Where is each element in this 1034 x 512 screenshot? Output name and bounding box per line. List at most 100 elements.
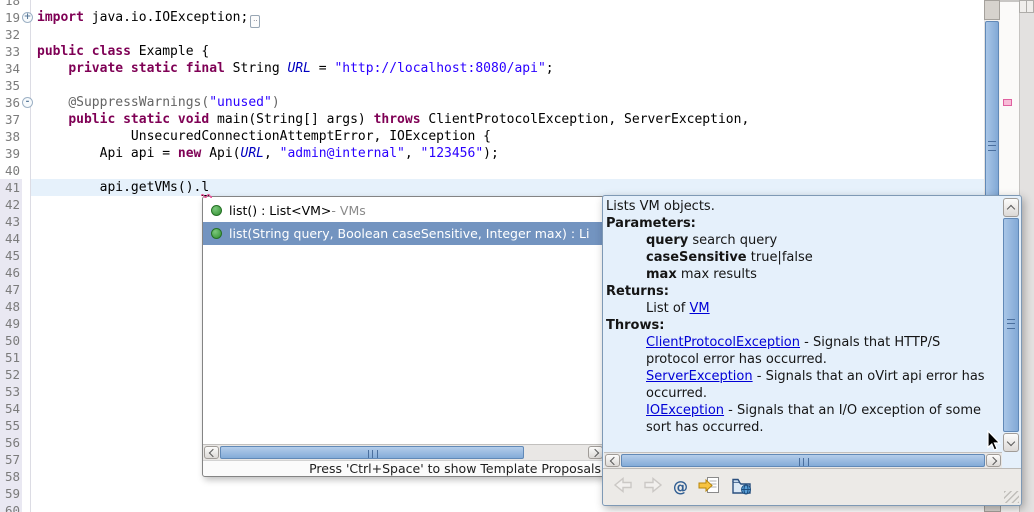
line-number: 56 [0, 434, 22, 451]
line-number: 57 [0, 451, 22, 468]
javadoc-entry: query search query [606, 232, 994, 249]
javadoc-summary: Lists VM objects. [606, 198, 996, 215]
public-method-icon [211, 228, 222, 239]
javadoc-link[interactable]: ServerException [646, 369, 753, 384]
line-number: 33 [0, 43, 22, 60]
param-name: max [646, 267, 677, 282]
javadoc-scrollbar-thumb[interactable] [1003, 218, 1019, 432]
code-line: 36- @SuppressWarnings("unused") [0, 94, 1034, 111]
line-number: 53 [0, 383, 22, 400]
code-line: 40 [0, 162, 1034, 179]
javadoc-section-title: Throws: [606, 317, 996, 334]
fold-expanded-icon[interactable]: - [22, 97, 33, 108]
code-text: public static void main(String[] args) t… [37, 111, 749, 128]
resize-grip[interactable] [1004, 491, 1019, 503]
assist-status-text: Press 'Ctrl+Space' to show Template Prop… [309, 461, 601, 476]
line-number: 42 [0, 196, 22, 213]
entry-text: max results [677, 267, 757, 282]
line-number: 43 [0, 213, 22, 230]
overview-ruler-header [1019, 0, 1034, 13]
mailto-link-button[interactable]: @ [673, 478, 688, 496]
proposal-list[interactable]: list() : List<VM> - VMs list(String query… [203, 199, 604, 444]
chevron-left-icon [208, 448, 216, 456]
entry-text: search query [688, 233, 777, 248]
javadoc-link[interactable]: VM [690, 301, 710, 316]
javadoc-entry: caseSensitive true|false [606, 249, 994, 266]
code-line: 18 [0, 0, 1034, 9]
javadoc-hscrollbar-thumb[interactable] [621, 454, 985, 467]
assist-scrollbar-thumb[interactable] [220, 446, 524, 459]
line-number: 34 [0, 60, 22, 77]
chevron-right-icon [590, 448, 598, 456]
line-number: 19 [0, 9, 22, 26]
chevron-up-icon [1007, 204, 1015, 212]
javadoc-scroll-up-button[interactable] [1003, 198, 1019, 217]
javadoc-content: Lists VM objects.Parameters:query search… [606, 198, 996, 450]
javadoc-link[interactable]: ClientProtocolException [646, 335, 800, 350]
error-squiggle [201, 192, 212, 198]
proposal-item[interactable]: list() : List<VM> - VMs [203, 199, 604, 222]
thumb-grip [799, 458, 809, 466]
line-number: 49 [0, 315, 22, 332]
chevron-down-icon [1007, 437, 1015, 445]
line-number: 59 [0, 485, 22, 502]
proposal-note: - VMs [331, 203, 365, 218]
scroll-left-button[interactable] [605, 454, 620, 467]
line-number: 60 [0, 502, 22, 512]
line-number: 44 [0, 230, 22, 247]
param-name: query [646, 233, 688, 248]
thumb-grip [1007, 319, 1015, 329]
line-number: 52 [0, 366, 22, 383]
code-text: api.getVMs().l [37, 179, 209, 196]
scroll-right-button[interactable] [588, 446, 603, 459]
scroll-left-button[interactable] [204, 446, 219, 459]
chevron-right-icon [988, 456, 996, 464]
assist-status-bar: Press 'Ctrl+Space' to show Template Prop… [203, 460, 604, 476]
scrollbar-top-button[interactable] [984, 0, 1000, 20]
back-button[interactable] [613, 476, 633, 498]
forward-icon [643, 476, 663, 494]
code-line: 35 [0, 77, 1034, 94]
code-text: public class Example { [37, 43, 209, 60]
fold-collapsed-icon[interactable]: + [22, 12, 33, 23]
javadoc-entry: max max results [606, 266, 994, 283]
code-line: 33 public class Example { [0, 43, 1034, 60]
proposal-item[interactable]: list(String query, Boolean caseSensitive… [203, 222, 604, 245]
code-line: 38 UnsecuredConnectionAttemptError, IOEx… [0, 128, 1034, 145]
code-line: 34 private static final String URL = "ht… [0, 60, 1034, 77]
error-annotation-marker[interactable] [1003, 99, 1012, 106]
line-number: 50 [0, 332, 22, 349]
thumb-grip [368, 450, 378, 458]
line-number: 47 [0, 281, 22, 298]
line-number: 37 [0, 111, 22, 128]
line-number: 32 [0, 26, 22, 43]
back-icon [613, 476, 633, 494]
entry-prefix: List of [646, 301, 690, 316]
line-number: 40 [0, 162, 22, 179]
line-number: 39 [0, 145, 22, 162]
javadoc-entry: IOException - Signals that an I/O except… [606, 402, 994, 436]
line-number: 18 [0, 0, 22, 9]
code-text: @SuppressWarnings("unused") [37, 94, 280, 111]
proposal-label: list(String query, Boolean caseSensitive… [229, 226, 589, 241]
scroll-right-button[interactable] [986, 454, 1001, 467]
open-attached-javadoc-button[interactable] [698, 476, 721, 499]
mouse-cursor [987, 430, 1003, 453]
javadoc-scroll-down-button[interactable] [1003, 433, 1019, 452]
code-line: 37 public static void main(String[] args… [0, 111, 1034, 128]
line-number: 58 [0, 468, 22, 485]
javadoc-link[interactable]: IOException [646, 403, 724, 418]
javadoc-horizontal-scrollbar[interactable] [604, 452, 1002, 468]
gutter-separator [30, 0, 31, 512]
assist-horizontal-scrollbar[interactable] [203, 444, 604, 460]
entry-text: true|false [747, 250, 813, 265]
proposal-label: list() : List<VM> [229, 203, 331, 218]
forward-button[interactable] [643, 476, 663, 498]
line-number: 35 [0, 77, 22, 94]
line-number: 55 [0, 417, 22, 434]
javadoc-toolbar: @ [603, 468, 1021, 505]
open-browser-icon [731, 476, 752, 495]
open-in-browser-button[interactable] [731, 476, 752, 499]
line-number: 41 [0, 179, 22, 196]
code-line: 32 [0, 26, 1034, 43]
